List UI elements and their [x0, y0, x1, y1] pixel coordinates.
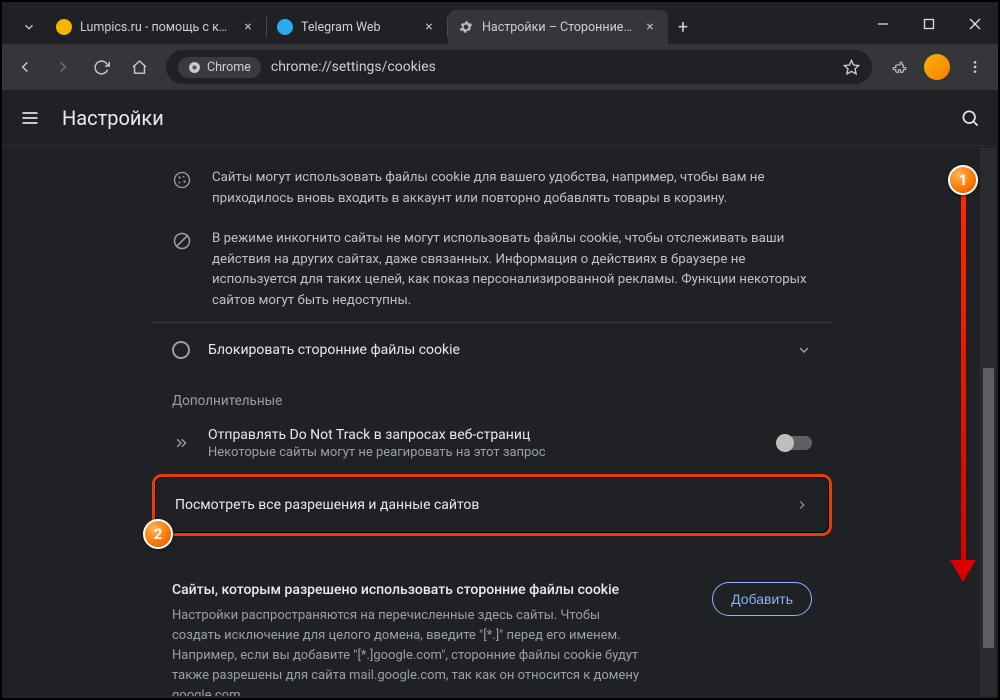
info-text: Сайты могут использовать файлы cookie дл…: [212, 168, 812, 209]
extensions-button[interactable]: [882, 50, 916, 84]
link-label: Посмотреть все разрешения и данные сайто…: [175, 497, 795, 513]
section-heading: Сайты, которым разрешено использовать ст…: [172, 582, 642, 598]
info-text: В режиме инкогнито сайты не могут исполь…: [212, 229, 812, 311]
chevron-right-icon: [795, 498, 809, 512]
home-button[interactable]: [122, 50, 156, 84]
annotation-badge-2: 2: [143, 519, 173, 549]
toggle-switch[interactable]: [778, 436, 812, 450]
url-text: chrome://settings/cookies: [271, 59, 833, 75]
page-title: Настройки: [62, 106, 164, 130]
view-all-site-data-link[interactable]: Посмотреть все разрешения и данные сайто…: [152, 474, 832, 536]
toggle-subtitle: Некоторые сайты могут не реагировать на …: [208, 445, 760, 460]
gear-icon: [458, 19, 474, 35]
toggle-title: Отправлять Do Not Track в запросах веб-с…: [208, 427, 760, 443]
bookmark-icon[interactable]: [843, 59, 860, 76]
chip-label: Chrome: [207, 60, 251, 75]
profile-button[interactable]: [920, 50, 954, 84]
third-party-allow-section: Сайты, которым разрешено использовать ст…: [152, 566, 832, 696]
section-label: Дополнительные: [152, 377, 832, 413]
back-button[interactable]: [8, 50, 42, 84]
add-button[interactable]: Добавить: [712, 582, 812, 616]
hamburger-icon[interactable]: [20, 108, 40, 128]
tab-label: Настройки – Сторонние файл: [482, 20, 634, 35]
maximize-button[interactable]: [906, 4, 952, 44]
tab-settings[interactable]: Настройки – Сторонние файл ×: [448, 10, 668, 44]
favicon-icon: [56, 19, 72, 35]
option-label: Блокировать сторонние файлы cookie: [208, 342, 778, 358]
incognito-info: В режиме инкогнито сайты не могут исполь…: [152, 219, 832, 321]
minimize-button[interactable]: [860, 4, 906, 44]
new-tab-button[interactable]: +: [668, 10, 698, 44]
favicon-icon: [277, 19, 293, 35]
close-icon[interactable]: ×: [421, 19, 437, 35]
close-icon[interactable]: ×: [240, 19, 256, 35]
tab-label: Telegram Web: [301, 20, 413, 35]
annotation-badge-1: 1: [948, 165, 978, 195]
avatar-icon: [924, 54, 950, 80]
tab-label: Lumpics.ru - помощь с компью: [80, 20, 232, 35]
settings-header: Настройки: [2, 90, 998, 146]
cookie-icon: [172, 168, 194, 209]
chevron-down-icon: [796, 342, 812, 358]
toolbar: Chrome chrome://settings/cookies: [2, 44, 998, 90]
menu-button[interactable]: [958, 50, 992, 84]
forward-button[interactable]: [46, 50, 80, 84]
annotation-arrowhead: [950, 560, 976, 582]
titlebar: Lumpics.ru - помощь с компью × Telegram …: [2, 2, 998, 44]
do-not-track-row[interactable]: Отправлять Do Not Track в запросах веб-с…: [152, 413, 832, 474]
chrome-icon: [188, 61, 201, 74]
reload-button[interactable]: [84, 50, 118, 84]
annotation-arrow: [961, 178, 966, 568]
window-controls: [860, 4, 998, 44]
scrollbar[interactable]: [980, 148, 996, 696]
settings-content: Сайты могут использовать файлы cookie дл…: [4, 148, 980, 696]
cookie-info: Сайты могут использовать файлы cookie дл…: [152, 158, 832, 219]
address-bar[interactable]: Chrome chrome://settings/cookies: [166, 50, 872, 84]
scroll-thumb[interactable]: [983, 368, 994, 648]
close-window-button[interactable]: [952, 4, 998, 44]
close-icon[interactable]: ×: [642, 19, 658, 35]
block-icon: [172, 229, 194, 311]
section-description: Настройки распространяются на перечислен…: [172, 606, 642, 696]
tab-telegram[interactable]: Telegram Web ×: [267, 10, 447, 44]
share-icon: [172, 434, 190, 452]
radio-icon[interactable]: [172, 341, 190, 359]
search-icon[interactable]: [960, 108, 980, 128]
tab-search-icon[interactable]: [12, 10, 46, 44]
tab-lumpics[interactable]: Lumpics.ru - помощь с компью ×: [46, 10, 266, 44]
site-chip[interactable]: Chrome: [178, 57, 261, 78]
block-third-party-option[interactable]: Блокировать сторонние файлы cookie: [152, 322, 832, 377]
